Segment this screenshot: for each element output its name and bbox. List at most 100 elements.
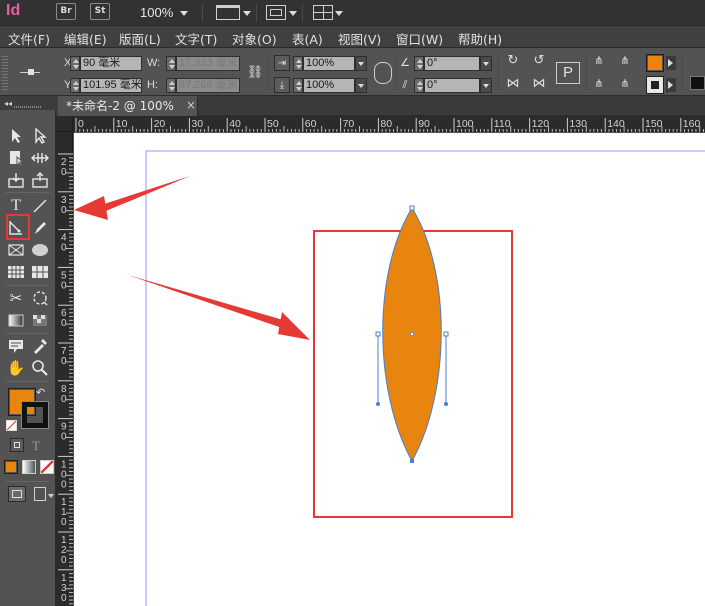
- type-tool-icon[interactable]: T: [6, 196, 26, 216]
- preview-mode-icon[interactable]: [34, 487, 46, 501]
- menu-layout[interactable]: 版面(L): [119, 29, 161, 48]
- shear-field[interactable]: 0°: [424, 78, 480, 93]
- tools-panel-header[interactable]: ◂◂: [0, 96, 56, 110]
- formatting-text-icon[interactable]: T: [32, 438, 40, 454]
- menu-object[interactable]: 对象(O): [232, 29, 277, 48]
- select-container-icon[interactable]: ⋔: [590, 53, 608, 69]
- selection-tool-icon[interactable]: [6, 126, 26, 146]
- document-canvas[interactable]: [74, 133, 705, 606]
- gradient-feather-tool-icon[interactable]: [30, 310, 50, 330]
- scale-x-dropdown-icon[interactable]: [355, 56, 367, 71]
- zoom-dropdown-icon[interactable]: [180, 11, 188, 16]
- arrange-documents-icon[interactable]: [313, 5, 333, 20]
- menu-file[interactable]: 文件(F): [8, 29, 50, 48]
- anchor-point[interactable]: [410, 459, 414, 463]
- flip-horizontal-icon[interactable]: ⋈: [504, 76, 522, 92]
- anchor-point[interactable]: [375, 331, 381, 337]
- zoom-tool-icon[interactable]: [30, 358, 50, 378]
- stroke-swatch[interactable]: [646, 76, 664, 94]
- apply-color-button[interactable]: [4, 460, 18, 474]
- menu-edit[interactable]: 编辑(E): [64, 29, 107, 48]
- anchor-point[interactable]: [443, 331, 449, 337]
- screen-mode-dropdown-icon[interactable]: [289, 11, 297, 16]
- scale-y-stepper[interactable]: [293, 78, 303, 93]
- close-tab-icon[interactable]: ×: [186, 98, 196, 112]
- ruler-origin[interactable]: [56, 116, 73, 132]
- hand-tool-icon[interactable]: ✋: [6, 358, 26, 378]
- screen-mode-icon[interactable]: [266, 5, 286, 20]
- y-stepper[interactable]: [70, 78, 80, 93]
- rotate-stepper[interactable]: [414, 56, 424, 71]
- select-next-icon[interactable]: ⋔: [616, 76, 634, 92]
- reference-point-icon[interactable]: [12, 56, 48, 90]
- scale-x-stepper[interactable]: [293, 56, 303, 71]
- stroke-dropdown-icon[interactable]: [666, 78, 676, 92]
- h-stepper[interactable]: [166, 78, 176, 93]
- direction-handle[interactable]: [444, 402, 448, 406]
- shear-stepper[interactable]: [414, 78, 424, 93]
- fill-dropdown-icon[interactable]: [666, 56, 676, 70]
- eyedropper-tool-icon[interactable]: [30, 336, 50, 356]
- page-tool-icon[interactable]: [6, 148, 26, 168]
- panel-grip-icon[interactable]: [14, 106, 42, 108]
- menu-type[interactable]: 文字(T): [175, 29, 217, 48]
- free-transform-tool-icon[interactable]: [30, 288, 50, 308]
- menu-table[interactable]: 表(A): [292, 29, 323, 48]
- constrain-scale-icon[interactable]: [374, 62, 392, 84]
- shear-dropdown-icon[interactable]: [480, 78, 492, 93]
- document-tab[interactable]: *未命名-2 @ 100%: [58, 96, 198, 116]
- table-tool-icon[interactable]: [6, 262, 26, 282]
- h-field[interactable]: 67.268 毫米: [176, 78, 240, 93]
- stroke-weight-field[interactable]: [690, 76, 705, 90]
- fill-swatch[interactable]: [646, 54, 664, 72]
- gap-tool-icon[interactable]: [30, 148, 50, 168]
- zoom-level[interactable]: 100%: [140, 5, 173, 20]
- menu-help[interactable]: 帮助(H): [458, 29, 502, 48]
- scale-y-dropdown-icon[interactable]: [355, 78, 367, 93]
- formatting-container-icon[interactable]: [10, 438, 24, 452]
- flip-vertical-icon[interactable]: ⋈: [530, 76, 548, 92]
- rotate-ccw-icon[interactable]: ↺: [530, 53, 548, 69]
- arrange-documents-dropdown-icon[interactable]: [335, 11, 343, 16]
- pencil-tool-icon[interactable]: [30, 218, 50, 238]
- collapse-panel-icon[interactable]: ◂◂: [4, 99, 12, 108]
- vertical-ruler[interactable]: 2030405060708090100110120130: [56, 116, 73, 606]
- note-tool-icon[interactable]: [6, 336, 26, 356]
- apply-none-button[interactable]: [40, 460, 54, 474]
- stroke-proxy[interactable]: [22, 402, 48, 428]
- direct-selection-tool-icon[interactable]: [30, 126, 50, 146]
- x-stepper[interactable]: [70, 56, 80, 71]
- select-content-icon[interactable]: ⋔: [590, 76, 608, 92]
- constrain-proportions-icon[interactable]: ⛓: [246, 65, 264, 83]
- menu-window[interactable]: 窗口(W): [396, 29, 443, 48]
- gradient-swatch-tool-icon[interactable]: [6, 310, 26, 330]
- horizontal-ruler[interactable]: 0 10 20 30 40 50 60 70 80 90 100 110 120 130 140 150 160: [56, 116, 705, 132]
- scissors-tool-icon[interactable]: ✂: [6, 288, 26, 308]
- w-stepper[interactable]: [166, 56, 176, 71]
- rotate-cw-icon[interactable]: ↻: [504, 53, 522, 69]
- apply-gradient-button[interactable]: [22, 460, 36, 474]
- bridge-button[interactable]: Br: [56, 3, 76, 20]
- direction-handle[interactable]: [376, 402, 380, 406]
- x-field[interactable]: 90 毫米: [80, 56, 142, 71]
- content-placer-tool-icon[interactable]: [30, 170, 50, 190]
- w-field[interactable]: 17.333 毫米: [176, 56, 240, 71]
- rotate-field[interactable]: 0°: [424, 56, 480, 71]
- ellipse-tool-icon[interactable]: [30, 240, 50, 260]
- view-options-dropdown-icon[interactable]: [243, 11, 251, 16]
- line-tool-icon[interactable]: [30, 196, 50, 216]
- stock-button[interactable]: St: [90, 3, 110, 20]
- content-collector-tool-icon[interactable]: [6, 170, 26, 190]
- scale-y-field[interactable]: 100%: [303, 78, 355, 93]
- y-field[interactable]: 101.95 毫米: [80, 78, 142, 93]
- default-fill-stroke-icon[interactable]: [6, 420, 17, 431]
- scale-x-field[interactable]: 100%: [303, 56, 355, 71]
- rotate-dropdown-icon[interactable]: [480, 56, 492, 71]
- view-options-icon[interactable]: [216, 5, 240, 20]
- view-mode-dropdown-icon[interactable]: [48, 494, 54, 498]
- anchor-point[interactable]: [409, 205, 415, 211]
- menu-view[interactable]: 视图(V): [338, 29, 381, 48]
- panel-grip-icon[interactable]: [2, 56, 8, 90]
- swap-fill-stroke-icon[interactable]: ↶: [36, 386, 45, 399]
- rectangle-frame-tool-icon[interactable]: [6, 240, 26, 260]
